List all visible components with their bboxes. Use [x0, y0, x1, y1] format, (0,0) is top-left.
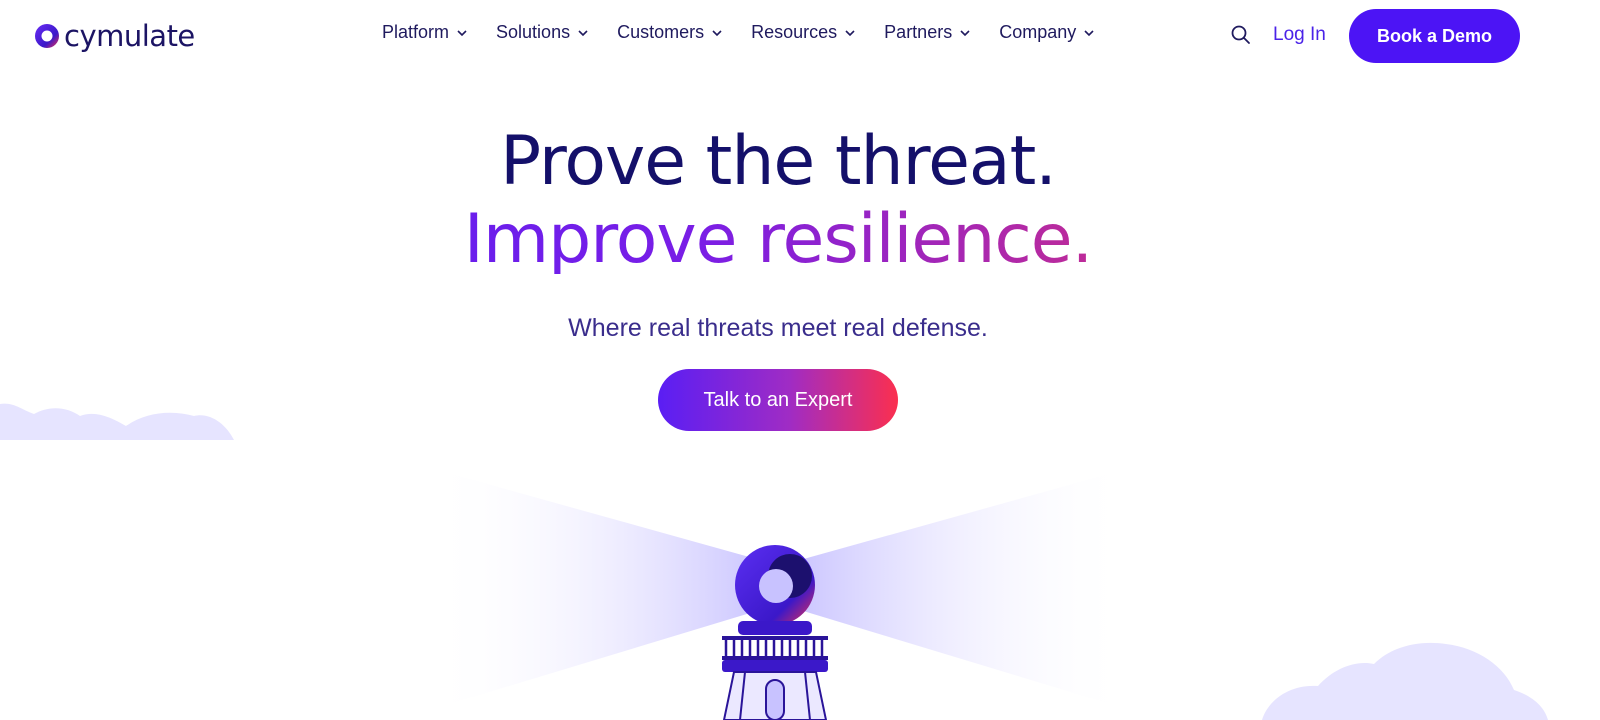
nav-item-company[interactable]: Company	[999, 22, 1095, 43]
book-demo-button[interactable]: Book a Demo	[1349, 9, 1520, 63]
nav-item-platform[interactable]: Platform	[382, 22, 468, 43]
hero-title: Prove the threat. Improve resilience.	[0, 128, 1556, 274]
main-nav: Platform Solutions Customers Resources P…	[382, 22, 1123, 43]
chevron-down-icon	[960, 29, 970, 36]
logo-text: cymulate	[64, 18, 195, 53]
cymulate-logo[interactable]: cymulate	[34, 18, 195, 54]
nav-item-label: Resources	[751, 22, 838, 42]
light-beams	[430, 468, 1130, 710]
hero-subtitle: Where real threats meet real defense.	[568, 314, 988, 342]
chevron-down-icon	[457, 29, 467, 36]
nav-item-solutions[interactable]: Solutions	[496, 22, 589, 43]
nav-item-label: Company	[999, 22, 1077, 42]
nav-item-resources[interactable]: Resources	[751, 22, 856, 43]
site-header: cymulate Platform Solutions Customers Re…	[0, 0, 1600, 72]
hero-illustration	[0, 403, 1548, 720]
nav-item-label: Solutions	[496, 22, 571, 42]
cloud-right	[1262, 642, 1548, 720]
talk-to-expert-button[interactable]: Talk to an Expert	[658, 369, 898, 431]
nav-item-partners[interactable]: Partners	[884, 22, 971, 43]
lighthouse-icon	[722, 545, 828, 720]
nav-item-customers[interactable]: Customers	[617, 22, 723, 43]
nav-item-label: Customers	[617, 22, 705, 42]
chevron-down-icon	[845, 29, 855, 36]
search-icon[interactable]	[1230, 24, 1252, 46]
chevron-down-icon	[1084, 29, 1094, 36]
hero-title-line1: Prove the threat.	[500, 122, 1057, 201]
login-link[interactable]: Log In	[1273, 24, 1326, 46]
chevron-down-icon	[712, 29, 722, 36]
nav-item-label: Partners	[884, 22, 953, 42]
logo-mark-icon	[35, 24, 59, 48]
hero-title-line2: Improve resilience.	[0, 206, 1556, 274]
nav-item-label: Platform	[382, 22, 450, 42]
chevron-down-icon	[578, 29, 588, 36]
cloud-left	[0, 403, 234, 440]
